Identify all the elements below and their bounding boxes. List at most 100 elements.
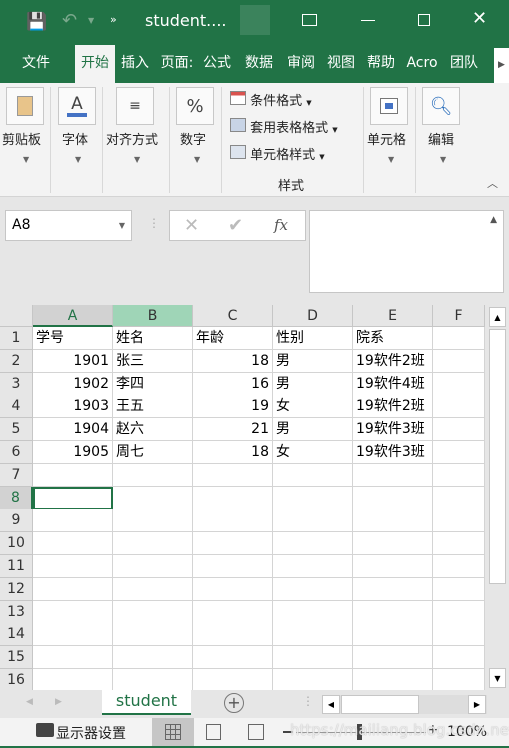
cell-C11[interactable] xyxy=(193,555,273,578)
cell-C12[interactable] xyxy=(193,577,273,601)
cell-A10[interactable] xyxy=(33,532,113,556)
cell-B11[interactable] xyxy=(113,555,193,578)
cell-C8[interactable] xyxy=(193,486,273,510)
search-icon[interactable]: 🔍︎ xyxy=(422,87,460,125)
cell-C7[interactable] xyxy=(193,463,273,487)
cancel-icon[interactable]: ✕ xyxy=(184,215,199,236)
cell-A2[interactable]: 1901 xyxy=(33,349,113,373)
cell-E16[interactable] xyxy=(353,669,433,692)
row-header-7[interactable]: 7 xyxy=(0,463,33,487)
cell-B2[interactable]: 张三 xyxy=(113,349,193,373)
row-header-10[interactable]: 10 xyxy=(0,532,33,556)
cell-B6[interactable]: 周七 xyxy=(113,441,193,464)
tab-2[interactable]: 插入 xyxy=(115,45,155,83)
column-header-D[interactable]: D xyxy=(273,305,353,327)
row-header-5[interactable]: 5 xyxy=(0,418,33,442)
cell-A9[interactable] xyxy=(33,509,113,533)
row-header-12[interactable]: 12 xyxy=(0,577,33,601)
ribbon-display-icon[interactable] xyxy=(302,14,317,26)
collapse-ribbon-icon[interactable]: ︿ xyxy=(487,175,498,191)
chevron-down-icon[interactable]: ▼ xyxy=(194,155,200,164)
cell-E15[interactable] xyxy=(353,646,433,670)
cell-F14[interactable] xyxy=(433,623,485,647)
cell-E9[interactable] xyxy=(353,509,433,533)
page-break-icon[interactable] xyxy=(248,724,264,740)
cell-F3[interactable] xyxy=(433,372,485,396)
percent-icon[interactable]: % xyxy=(176,87,214,125)
cell-D11[interactable] xyxy=(273,555,353,578)
row-header-9[interactable]: 9 xyxy=(0,509,33,533)
cell-F7[interactable] xyxy=(433,463,485,487)
clipboard-icon[interactable] xyxy=(6,87,44,125)
sheet-tab-student[interactable]: student xyxy=(102,690,191,715)
cell-C16[interactable] xyxy=(193,669,273,692)
cell-E4[interactable]: 19软件2班 xyxy=(353,395,433,419)
cell-F12[interactable] xyxy=(433,577,485,601)
column-header-E[interactable]: E xyxy=(353,305,433,327)
cell-C6[interactable]: 18 xyxy=(193,441,273,464)
cell-F8[interactable] xyxy=(433,486,485,510)
tab-0[interactable]: 文件 xyxy=(12,45,60,83)
cell-C4[interactable]: 19 xyxy=(193,395,273,419)
cell-D14[interactable] xyxy=(273,623,353,647)
cell-B4[interactable]: 王五 xyxy=(113,395,193,419)
cell-F6[interactable] xyxy=(433,441,485,464)
cell-B9[interactable] xyxy=(113,509,193,533)
tab-4[interactable]: 公式 xyxy=(197,45,237,83)
undo-icon[interactable]: ↶ xyxy=(62,10,77,31)
cell-D9[interactable] xyxy=(273,509,353,533)
cell-E13[interactable] xyxy=(353,600,433,624)
cell-C9[interactable] xyxy=(193,509,273,533)
cells-group[interactable]: 单元格 xyxy=(367,129,406,148)
cell-C14[interactable] xyxy=(193,623,273,647)
chevron-down-icon[interactable]: ▼ xyxy=(134,155,140,164)
cell-E6[interactable]: 19软件3班 xyxy=(353,441,433,464)
row-header-13[interactable]: 13 xyxy=(0,600,33,624)
drag-handle[interactable]: ⋮ xyxy=(148,216,160,230)
save-icon[interactable]: 💾 xyxy=(26,12,47,32)
tab-6[interactable]: 审阅 xyxy=(281,45,321,83)
font-group[interactable]: 字体 xyxy=(62,129,88,148)
tab-7[interactable]: 视图 xyxy=(321,45,361,83)
cell-E10[interactable] xyxy=(353,532,433,556)
cell-E12[interactable] xyxy=(353,577,433,601)
cell-B7[interactable] xyxy=(113,463,193,487)
scroll-tabs-right-icon[interactable]: ▶ xyxy=(494,48,509,83)
cells-icon[interactable] xyxy=(370,87,408,125)
cell-F5[interactable] xyxy=(433,418,485,442)
conditional-format-button[interactable]: 条件格式 ▼ xyxy=(230,90,312,109)
font-icon[interactable]: A xyxy=(58,87,96,125)
cell-C3[interactable]: 16 xyxy=(193,372,273,396)
cell-E8[interactable] xyxy=(353,486,433,510)
editing-group[interactable]: 编辑 xyxy=(428,129,454,148)
cell-E3[interactable]: 19软件4班 xyxy=(353,372,433,396)
cell-D15[interactable] xyxy=(273,646,353,670)
cell-A6[interactable]: 1905 xyxy=(33,441,113,464)
clipboard-group[interactable]: 剪贴板 xyxy=(2,129,41,148)
cell-A1[interactable]: 学号 xyxy=(33,327,113,350)
cell-A16[interactable] xyxy=(33,669,113,692)
cell-B15[interactable] xyxy=(113,646,193,670)
cell-D13[interactable] xyxy=(273,600,353,624)
next-sheet-icon[interactable]: ▶ xyxy=(55,697,62,707)
cell-B16[interactable] xyxy=(113,669,193,692)
cell-F4[interactable] xyxy=(433,395,485,419)
column-header-A[interactable]: A xyxy=(33,305,113,327)
row-header-4[interactable]: 4 xyxy=(0,395,33,419)
cell-F13[interactable] xyxy=(433,600,485,624)
column-header-B[interactable]: B xyxy=(113,305,193,327)
column-header-F[interactable]: F xyxy=(433,305,485,327)
cell-A4[interactable]: 1903 xyxy=(33,395,113,419)
cell-F16[interactable] xyxy=(433,669,485,692)
cell-A12[interactable] xyxy=(33,577,113,601)
tab-10[interactable]: 团队 xyxy=(444,45,484,83)
chevron-down-icon[interactable]: ▼ xyxy=(440,155,446,164)
cell-B13[interactable] xyxy=(113,600,193,624)
chevron-down-icon[interactable]: ▼ xyxy=(388,155,394,164)
more-icon[interactable]: » xyxy=(110,13,117,26)
maximize-icon[interactable] xyxy=(418,14,430,26)
prev-sheet-icon[interactable]: ◀ xyxy=(26,697,33,707)
cell-B5[interactable]: 赵六 xyxy=(113,418,193,442)
number-group[interactable]: 数字 xyxy=(180,129,206,148)
cell-B12[interactable] xyxy=(113,577,193,601)
